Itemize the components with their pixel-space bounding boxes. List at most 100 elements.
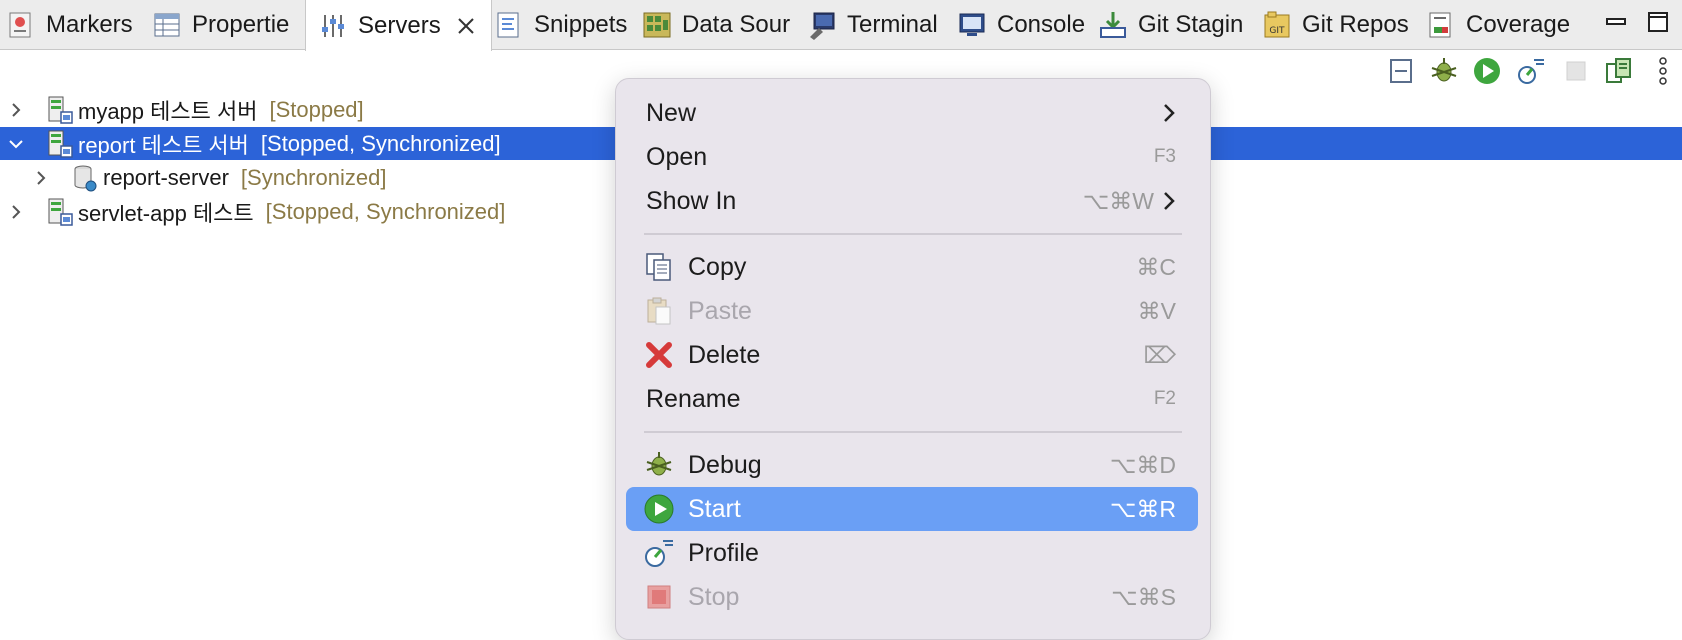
menu-item-copy[interactable]: Copy ⌘C [626, 245, 1198, 289]
tab-coverage[interactable]: Coverage [1426, 0, 1570, 50]
servers-icon [322, 14, 344, 37]
git-repos-icon: GIT [1264, 11, 1290, 38]
module-status: [Synchronized] [240, 164, 387, 190]
menu-item-label: Show In [646, 186, 737, 215]
menu-item-label: Paste [688, 296, 752, 325]
terminal-icon [810, 12, 835, 40]
chevron-right-icon[interactable] [6, 100, 26, 120]
publish-icon[interactable] [1604, 56, 1634, 86]
menu-item-label: Delete [688, 340, 761, 369]
properties-icon [154, 13, 180, 37]
git-staging-icon [1100, 12, 1126, 38]
close-icon[interactable] [455, 15, 477, 37]
maximize-icon[interactable] [1646, 10, 1670, 34]
tab-markers[interactable]: Markers [6, 0, 133, 50]
chevron-down-icon[interactable] [6, 134, 26, 154]
debug-icon [646, 452, 672, 476]
copy-icon [646, 253, 671, 281]
start-icon [644, 494, 674, 524]
tab-console[interactable]: Console [957, 0, 1085, 50]
view-menu-icon[interactable] [1648, 56, 1678, 86]
tab-data-source[interactable]: Data Sour [642, 0, 790, 50]
menu-item-rename[interactable]: Rename F2 [626, 377, 1198, 421]
minimize-icon[interactable] [1604, 10, 1628, 34]
delete-icon [646, 342, 672, 368]
tab-label: Data Sour [682, 11, 791, 38]
menu-item-label: Profile [688, 538, 759, 567]
context-menu: New Open F3 Show In ⌥⌘W Copy ⌘C Paste ⌘V… [615, 78, 1211, 640]
shortcut-label: ⌥⌘S [1111, 583, 1176, 610]
tab-label: Propertie [192, 11, 290, 38]
tab-label: Git Stagin [1138, 11, 1244, 38]
menu-item-label: Copy [688, 252, 747, 281]
server-name: servlet-app 테스트 [78, 200, 254, 226]
menu-item-label: New [646, 98, 697, 127]
server-status: [Stopped, Synchronized] [260, 130, 501, 156]
stop-icon [647, 585, 671, 609]
menu-item-show-in[interactable]: Show In ⌥⌘W [626, 179, 1198, 223]
server-name: report 테스트 서버 [78, 132, 249, 158]
submenu-arrow-icon [1164, 192, 1175, 210]
menu-separator [644, 233, 1182, 235]
server-icon [48, 130, 73, 158]
server-icon [48, 96, 73, 124]
menu-item-new[interactable]: New [626, 91, 1198, 135]
menu-item-label: Stop [688, 582, 740, 611]
shortcut-label: ⌥⌘D [1109, 451, 1176, 478]
start-server-icon[interactable] [1472, 56, 1502, 86]
debug-icon[interactable] [1429, 56, 1459, 86]
view-tab-bar: Markers Propertie Servers Snippets Data … [0, 0, 1682, 51]
server-status: [Stopped] [269, 96, 364, 122]
shortcut-label: ⌘C [1136, 253, 1176, 280]
tab-label: Console [997, 11, 1086, 38]
markers-icon [9, 12, 31, 38]
shortcut-label: ⌥⌘R [1109, 495, 1176, 522]
shortcut-label: F3 [1153, 146, 1176, 167]
tab-terminal[interactable]: Terminal [807, 0, 938, 50]
tab-label: Snippets [534, 11, 628, 38]
menu-item-open[interactable]: Open F3 [626, 135, 1198, 179]
menu-item-paste[interactable]: Paste ⌘V [626, 289, 1198, 333]
server-icon [48, 198, 73, 226]
console-icon [959, 13, 985, 36]
paste-icon [647, 297, 671, 325]
submenu-arrow-icon [1164, 104, 1175, 122]
menu-item-label: Rename [646, 384, 741, 413]
tab-git-staging[interactable]: Git Stagin [1098, 0, 1243, 50]
shortcut-label: F2 [1153, 388, 1176, 409]
tab-label: Terminal [847, 11, 938, 38]
chevron-right-icon[interactable] [31, 168, 51, 188]
stop-server-icon[interactable] [1561, 56, 1591, 86]
snippets-icon [497, 12, 519, 38]
server-name: myapp 테스트 서버 [78, 98, 258, 124]
menu-item-label: Open [646, 142, 708, 171]
server-status: [Stopped, Synchronized] [265, 198, 506, 224]
shortcut-label: ⌦ [1143, 341, 1176, 368]
svg-text:GIT: GIT [1269, 26, 1285, 36]
chevron-right-icon[interactable] [6, 202, 26, 222]
tab-snippets[interactable]: Snippets [494, 0, 627, 50]
coverage-icon [1429, 12, 1451, 38]
menu-item-stop[interactable]: Stop ⌥⌘S [626, 575, 1198, 619]
tab-git-repos[interactable]: GIT Git Repos [1262, 0, 1409, 50]
tab-servers[interactable]: Servers [305, 0, 492, 51]
profile-icon [645, 540, 673, 567]
tab-label: Markers [46, 11, 133, 38]
menu-item-start[interactable]: Start ⌥⌘R [626, 487, 1198, 531]
menu-item-label: Debug [688, 450, 762, 479]
shortcut-label: ⌥⌘W [1082, 187, 1154, 214]
menu-item-debug[interactable]: Debug ⌥⌘D [626, 443, 1198, 487]
menu-item-label: Start [688, 494, 741, 523]
menu-item-delete[interactable]: Delete ⌦ [626, 333, 1198, 377]
shortcut-label: ⌘V [1137, 297, 1176, 324]
collapse-all-icon[interactable] [1386, 56, 1416, 86]
profile-icon[interactable] [1516, 56, 1546, 86]
tab-properties[interactable]: Propertie [152, 0, 289, 50]
tab-label: Servers [358, 11, 441, 39]
data-source-icon [643, 12, 671, 38]
menu-item-profile[interactable]: Profile [626, 531, 1198, 575]
module-name: report-server [103, 164, 229, 190]
tab-label: Git Repos [1302, 11, 1409, 38]
menu-separator [644, 431, 1182, 433]
module-icon [74, 165, 97, 191]
